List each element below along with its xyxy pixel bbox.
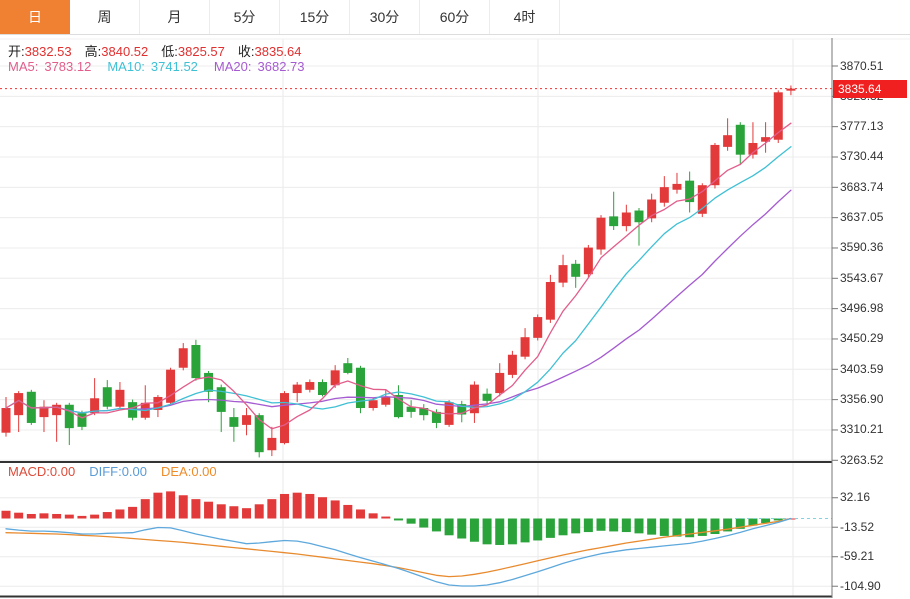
price-axis-label: 3403.59: [840, 362, 883, 376]
high-value: 3840.52: [101, 44, 148, 59]
macd-axis-label: -13.52: [840, 520, 874, 534]
high-label: 高:: [85, 44, 102, 59]
macd-axis-label: -104.90: [840, 579, 881, 593]
low-value: 3825.57: [178, 44, 225, 59]
tab-4hour[interactable]: 4时: [490, 0, 560, 34]
tab-week[interactable]: 周: [70, 0, 140, 34]
quote-bar: 开:3832.53 高:3840.52 低:3825.57 收:3835.64: [8, 41, 315, 60]
ma5-label: MA5:: [8, 59, 38, 74]
tab-day[interactable]: 日: [0, 0, 70, 34]
price-axis-label: 3496.98: [840, 301, 883, 315]
chart-canvas[interactable]: [0, 0, 910, 599]
price-axis-label: 3543.67: [840, 271, 883, 285]
ma-legend: MA5: 3783.12 MA10: 3741.52 MA20: 3682.73: [8, 59, 311, 74]
price-axis-label: 3356.90: [840, 392, 883, 406]
price-axis-label: 3637.05: [840, 210, 883, 224]
tab-month[interactable]: 月: [140, 0, 210, 34]
ma20-label: MA20:: [214, 59, 252, 74]
ma20-value: 3682.73: [258, 59, 305, 74]
macd-legend: MACD:0.00 DIFF:0.00 DEA:0.00: [8, 464, 231, 479]
tab-15min[interactable]: 15分: [280, 0, 350, 34]
macd-value: MACD:0.00: [8, 464, 75, 479]
open-label: 开:: [8, 44, 25, 59]
tab-5min[interactable]: 5分: [210, 0, 280, 34]
ma5-value: 3783.12: [44, 59, 91, 74]
macd-axis-label: 32.16: [840, 490, 870, 504]
low-label: 低:: [161, 44, 178, 59]
price-axis-label: 3590.36: [840, 240, 883, 254]
open-value: 3832.53: [25, 44, 72, 59]
tab-60min[interactable]: 60分: [420, 0, 490, 34]
price-axis-label: 3683.74: [840, 180, 883, 194]
price-axis-label: 3730.44: [840, 149, 883, 163]
ma10-label: MA10:: [107, 59, 145, 74]
macd-axis-label: -59.21: [840, 549, 874, 563]
timeframe-tabbar: 日周月5分15分30分60分4时: [0, 0, 910, 35]
price-axis-label: 3777.13: [840, 119, 883, 133]
price-axis-label: 3870.51: [840, 59, 883, 73]
tab-30min[interactable]: 30分: [350, 0, 420, 34]
close-label: 收:: [238, 44, 255, 59]
ma10-value: 3741.52: [151, 59, 198, 74]
diff-value: DIFF:0.00: [89, 464, 147, 479]
close-value: 3835.64: [255, 44, 302, 59]
current-price-tag: 3835.64: [833, 80, 907, 98]
price-axis-label: 3450.29: [840, 331, 883, 345]
price-axis-label: 3310.21: [840, 422, 883, 436]
price-axis-label: 3263.52: [840, 453, 883, 467]
dea-value: DEA:0.00: [161, 464, 217, 479]
